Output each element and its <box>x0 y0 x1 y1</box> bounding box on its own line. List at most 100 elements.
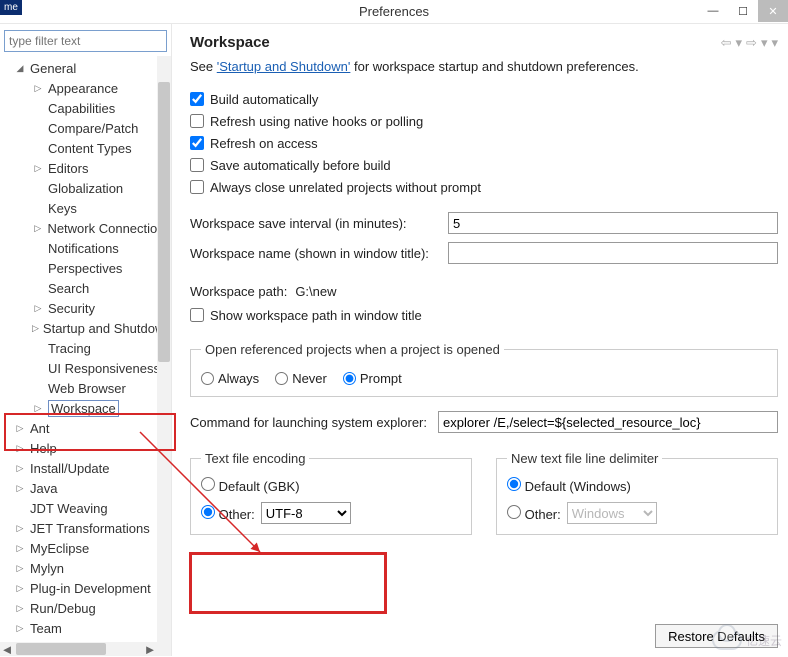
chevron-right-icon[interactable]: ▷ <box>32 323 39 334</box>
never-radio[interactable] <box>275 372 288 385</box>
tree-item[interactable]: Globalization <box>4 178 171 198</box>
tree-item[interactable]: ▷Help <box>4 438 171 458</box>
chevron-right-icon[interactable]: ▷ <box>14 583 26 594</box>
chevron-right-icon[interactable]: ▷ <box>32 163 44 174</box>
tree-item[interactable]: Perspectives <box>4 258 171 278</box>
tree-item[interactable]: ▷Plug-in Development <box>4 578 171 598</box>
tree-item[interactable]: ▷Workspace <box>4 398 171 418</box>
forward-menu-icon[interactable]: ▾ <box>761 35 768 51</box>
explorer-cmd-label: Command for launching system explorer: <box>190 415 430 430</box>
save-before-build-checkbox[interactable] <box>190 158 204 172</box>
tree-item[interactable]: ▷ Ant <box>4 418 171 438</box>
tree-item[interactable]: Notifications <box>4 238 171 258</box>
tree-item[interactable]: ▷Team <box>4 618 171 638</box>
chevron-right-icon[interactable]: ▷ <box>14 563 26 574</box>
explorer-cmd-input[interactable] <box>438 411 778 433</box>
scroll-right-icon[interactable]: ► <box>143 642 157 656</box>
delimiter-other-radio[interactable] <box>507 505 521 519</box>
back-menu-icon[interactable]: ▾ <box>736 35 743 51</box>
tree-item[interactable]: ▷Editors <box>4 158 171 178</box>
tree-item-label: MyEclipse <box>30 541 89 556</box>
encoding-select[interactable]: UTF-8 <box>261 502 351 524</box>
window-controls: — ☐ ✕ <box>698 0 788 22</box>
horizontal-scrollbar[interactable]: ◄ ► <box>0 642 157 656</box>
scrollbar-thumb[interactable] <box>158 82 170 362</box>
tree-item-label: Globalization <box>48 181 123 196</box>
close-button[interactable]: ✕ <box>758 0 788 22</box>
chevron-right-icon[interactable]: ▷ <box>14 603 26 614</box>
show-path-checkbox[interactable] <box>190 308 204 322</box>
refresh-access-checkbox[interactable] <box>190 136 204 150</box>
tree-item[interactable]: ▷Security <box>4 298 171 318</box>
tree-item-label: Java <box>30 481 57 496</box>
refresh-native-checkbox[interactable] <box>190 114 204 128</box>
tree-item[interactable]: ▷ Java <box>4 478 171 498</box>
tree-item[interactable]: ▷Appearance <box>4 78 171 98</box>
maximize-button[interactable]: ☐ <box>728 0 758 22</box>
tree-item[interactable]: Tracing <box>4 338 171 358</box>
filter-input[interactable] <box>4 30 167 52</box>
main-panel: Workspace ⇦▾ ⇨▾ ▾ See 'Startup and Shutd… <box>172 24 788 656</box>
chevron-right-icon[interactable]: ▷ <box>14 443 26 454</box>
tree-item-label: Network Connections <box>47 221 171 236</box>
prompt-radio[interactable] <box>343 372 356 385</box>
tree-item[interactable]: JDT Weaving <box>4 498 171 518</box>
chevron-right-icon[interactable]: ▷ <box>14 423 26 434</box>
tree-item[interactable]: ▷Install/Update <box>4 458 171 478</box>
chevron-right-icon[interactable]: ▷ <box>14 543 26 554</box>
tree-item[interactable]: Content Types <box>4 138 171 158</box>
always-radio[interactable] <box>201 372 214 385</box>
chevron-right-icon[interactable]: ▷ <box>14 523 26 534</box>
tree-item[interactable]: UI Responsiveness <box>4 358 171 378</box>
tree-item[interactable]: ▷ Run/Debug <box>4 598 171 618</box>
build-automatically-checkbox[interactable] <box>190 92 204 106</box>
preference-tree[interactable]: ◢ General ▷AppearanceCapabilities Compare/P… <box>0 56 171 640</box>
chevron-right-icon[interactable]: ▷ <box>32 223 43 234</box>
close-unrelated-checkbox[interactable] <box>190 180 204 194</box>
delimiter-default-radio[interactable] <box>507 477 521 491</box>
main-header: Workspace ⇦▾ ⇨▾ ▾ <box>190 34 778 51</box>
save-interval-input[interactable] <box>448 212 778 234</box>
workspace-name-label: Workspace name (shown in window title): <box>190 246 440 261</box>
chevron-right-icon[interactable]: ▷ <box>14 463 26 474</box>
tree-item[interactable]: ▷Startup and Shutdown <box>4 318 171 338</box>
tree-item[interactable]: ▷ MyEclipse <box>4 538 171 558</box>
chevron-right-icon[interactable]: ▷ <box>14 623 26 634</box>
button-row: Restore Defaults <box>655 624 778 648</box>
titlebar: me Preferences — ☐ ✕ <box>0 0 788 24</box>
restore-defaults-button[interactable]: Restore Defaults <box>655 624 778 648</box>
page-heading: Workspace <box>190 34 270 51</box>
back-icon[interactable]: ⇦ <box>721 35 732 51</box>
chevron-right-icon[interactable]: ▷ <box>14 483 26 494</box>
tree-item[interactable]: ▷ Network Connections <box>4 218 171 238</box>
tree-item[interactable]: ▷Mylyn <box>4 558 171 578</box>
menu-icon[interactable]: ▾ <box>771 35 778 51</box>
tree-item-label: Tracing <box>48 341 91 356</box>
tree-item[interactable]: Capabilities <box>4 98 171 118</box>
chevron-right-icon[interactable]: ▷ <box>32 83 44 94</box>
delimiter-select[interactable]: Windows <box>567 502 657 524</box>
tree-item[interactable]: Web Browser <box>4 378 171 398</box>
tree-item-label: Compare/Patch <box>48 121 138 136</box>
sidebar: ◢ General ▷AppearanceCapabilities Compare/P… <box>0 24 172 656</box>
workspace-name-input[interactable] <box>448 242 778 264</box>
tree-item[interactable]: Keys <box>4 198 171 218</box>
tree-item-label: Run/Debug <box>30 601 96 616</box>
scrollbar-thumb-h[interactable] <box>16 643 106 655</box>
forward-icon[interactable]: ⇨ <box>746 35 757 51</box>
tree-item-label: Ant <box>30 421 50 436</box>
scroll-left-icon[interactable]: ◄ <box>0 642 14 656</box>
minimize-button[interactable]: — <box>698 0 728 22</box>
chevron-right-icon[interactable]: ▷ <box>32 303 44 314</box>
encoding-other-radio[interactable] <box>201 505 215 519</box>
tree-item[interactable]: Compare/Patch <box>4 118 171 138</box>
startup-shutdown-link[interactable]: 'Startup and Shutdown' <box>217 59 351 74</box>
vertical-scrollbar[interactable] <box>157 56 171 656</box>
chevron-down-icon[interactable]: ◢ <box>14 63 26 74</box>
chevron-right-icon[interactable]: ▷ <box>32 403 44 414</box>
encoding-default-radio[interactable] <box>201 477 215 491</box>
tree-item[interactable]: Search <box>4 278 171 298</box>
tree-item[interactable]: ◢ General <box>4 58 171 78</box>
tree-item[interactable]: ▷JET Transformations <box>4 518 171 538</box>
tree-item-label: General <box>30 61 76 76</box>
